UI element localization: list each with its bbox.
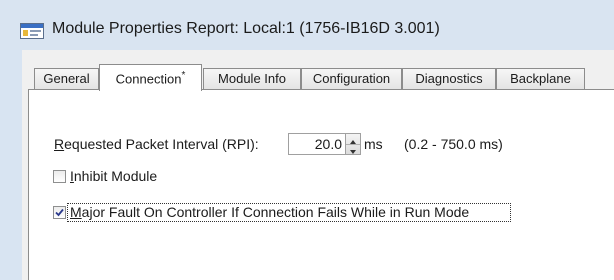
window-title: Module Properties Report: Local:1 (1756-… [52, 20, 440, 37]
tab-module-info-label: Module Info [218, 71, 286, 86]
tab-modified-marker: * [181, 70, 186, 81]
major-fault-label[interactable]: Major Fault On Controller If Connection … [70, 204, 469, 220]
major-fault-label-text: ajor Fault On Controller If Connection F… [81, 204, 470, 220]
spin-down-arrow-icon [350, 150, 356, 154]
title-bar[interactable]: Module Properties Report: Local:1 (1756-… [0, 0, 614, 50]
tab-diagnostics-label: Diagnostics [415, 71, 483, 86]
tab-backplane[interactable]: Backplane [496, 68, 585, 89]
inhibit-module-label[interactable]: Inhibit Module [70, 168, 157, 184]
rpi-input[interactable] [288, 133, 346, 155]
tab-general[interactable]: General [34, 68, 99, 89]
window-app-icon [20, 23, 44, 39]
tab-configuration-label: Configuration [312, 71, 391, 86]
inhibit-module-checkbox[interactable] [53, 170, 66, 183]
tab-connection[interactable]: Connection* [99, 64, 202, 91]
rpi-label-mnemonic: R [54, 136, 65, 152]
spin-down-button[interactable] [346, 144, 360, 154]
rpi-unit: ms [364, 136, 383, 152]
rpi-spinner[interactable] [345, 133, 361, 155]
rpi-label-text: equested Packet Interval (RPI): [64, 136, 259, 152]
tab-general-label: General [43, 71, 90, 86]
connection-tab-panel [28, 89, 614, 280]
rpi-range: (0.2 - 750.0 ms) [404, 136, 503, 152]
tab-module-info[interactable]: Module Info [203, 68, 301, 89]
checkmark-icon [55, 208, 64, 217]
tab-configuration[interactable]: Configuration [301, 68, 402, 89]
module-properties-window: Module Properties Report: Local:1 (1756-… [0, 0, 614, 280]
inhibit-label-text: nhibit Module [73, 168, 158, 184]
tab-backplane-label: Backplane [510, 71, 571, 86]
major-fault-mnemonic: M [70, 204, 82, 220]
tab-diagnostics[interactable]: Diagnostics [402, 68, 496, 89]
rpi-label: Requested Packet Interval (RPI): [54, 136, 259, 152]
major-fault-checkbox[interactable] [53, 206, 66, 219]
tab-connection-label: Connection [115, 71, 182, 87]
